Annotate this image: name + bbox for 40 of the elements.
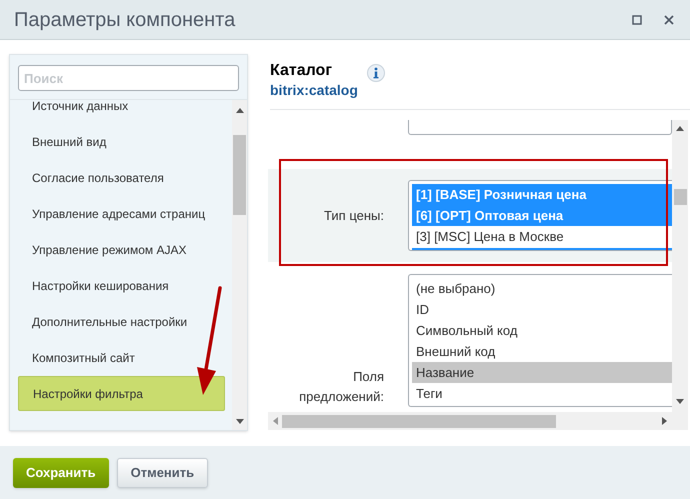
list-option[interactable]: Теги [412,383,672,404]
scrollbar-thumb[interactable] [282,414,556,428]
list-option[interactable]: Внешний код [412,341,672,362]
sidebar-item[interactable]: Управление режимом AJAX [18,232,225,267]
list-option[interactable]: (не выбрано) [412,278,672,299]
sidebar-item[interactable]: Управление адресами страниц [18,196,225,231]
scrollbar[interactable] [672,120,688,430]
field-label: Поля предложений: [298,368,384,406]
list-option[interactable]: Символьный код [412,320,672,341]
search-field[interactable]: Поиск [18,65,239,91]
component-code: bitrix:catalog [270,81,358,99]
field-label: Тип цены: [323,206,384,225]
scroll-up-icon[interactable] [236,108,244,113]
cancel-button[interactable]: Отменить [116,458,208,488]
maximize-icon[interactable] [632,14,642,24]
close-icon[interactable] [664,14,674,24]
sidebar-item[interactable]: Настройки фильтра [18,376,225,411]
sidebar-item[interactable]: Композитный сайт [18,340,225,375]
info-icon[interactable] [366,64,385,82]
sidebar-item[interactable]: Согласие пользователя [18,160,225,195]
window-title: Параметры компонента [14,8,236,32]
scroll-right-icon[interactable] [662,417,667,425]
list-box[interactable]: [1] [BASE] Розничная цена [6] [OPT] Оптовая цена [3] [MSC] Цена в Москве [408,180,672,251]
sidebar-item[interactable]: Дополнительные настройки [18,304,225,339]
input-field[interactable] [408,120,672,135]
scrollbar-thumb[interactable] [233,135,246,215]
component-title: Каталог [270,61,333,81]
scrollbar-thumb[interactable] [674,189,686,205]
sidebar-item[interactable]: Настройки кеширования [18,268,225,303]
list-box[interactable]: (не выбрано) ID Символьный код Внешний код Название Теги [408,274,672,407]
scrollbar[interactable] [232,100,247,430]
list-option[interactable]: Название [412,362,672,383]
list-option[interactable]: [3] [MSC] Цена в Москве [412,226,672,247]
sidebar-item[interactable]: Источник данных [18,100,225,123]
sidebar-item[interactable]: Внешний вид [18,124,225,159]
scroll-up-icon[interactable] [676,126,684,131]
scroll-down-icon[interactable] [676,399,684,404]
scroll-down-icon[interactable] [236,419,244,424]
horizontal-scrollbar[interactable] [268,412,672,430]
list-option[interactable]: ID [412,299,672,320]
